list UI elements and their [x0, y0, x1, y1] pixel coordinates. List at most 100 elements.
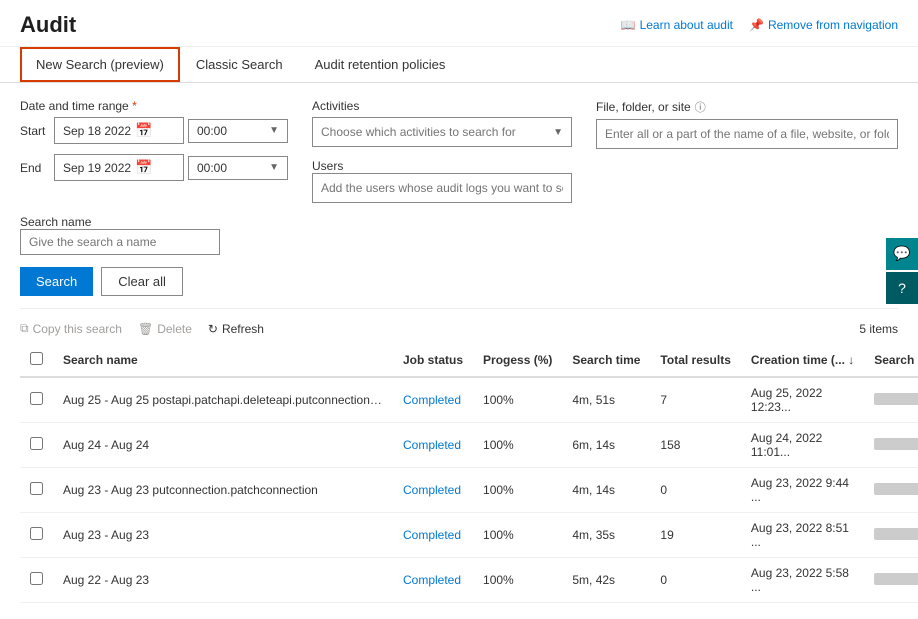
- activities-placeholder: Choose which activities to search for: [321, 125, 516, 139]
- table-row[interactable]: Aug 25 - Aug 25 postapi.patchapi.deletea…: [20, 377, 918, 423]
- clear-all-button[interactable]: Clear all: [101, 267, 183, 296]
- row-checkbox[interactable]: [30, 572, 43, 585]
- table-header: Search name Job status Progess (%) Searc…: [20, 344, 918, 377]
- row-checkbox-cell[interactable]: [20, 558, 53, 603]
- row-progress: 100%: [473, 423, 562, 468]
- start-label: Start: [20, 124, 50, 138]
- book-icon: 📖: [621, 18, 636, 32]
- tabs-bar: New Search (preview) Classic Search Audi…: [0, 47, 918, 83]
- start-time-select[interactable]: 00:00 ▼: [188, 119, 288, 143]
- calendar-icon[interactable]: 📅: [135, 122, 152, 139]
- users-input[interactable]: [312, 173, 572, 203]
- end-time-select[interactable]: 00:00 ▼: [188, 156, 288, 180]
- select-all-header[interactable]: [20, 344, 53, 377]
- col-progress[interactable]: Progess (%): [473, 344, 562, 377]
- col-job-status[interactable]: Job status: [393, 344, 473, 377]
- row-status: Completed: [393, 423, 473, 468]
- end-date-row: End Sep 19 2022 📅 00:00 ▼: [20, 154, 288, 181]
- file-label: File, folder, or site ⓘ: [596, 99, 898, 115]
- col-search-name[interactable]: Search name: [53, 344, 393, 377]
- delete-action[interactable]: 🗑 Delete: [138, 322, 192, 336]
- row-search-time: 6m, 14s: [562, 423, 650, 468]
- search-name-input[interactable]: [20, 229, 220, 255]
- row-creation-time: Aug 23, 2022 8:51 ...: [741, 513, 864, 558]
- table-row[interactable]: Aug 24 - Aug 24 Completed 100% 6m, 14s 1…: [20, 423, 918, 468]
- table-body: Aug 25 - Aug 25 postapi.patchapi.deletea…: [20, 377, 918, 603]
- action-buttons: Search Clear all: [20, 267, 898, 296]
- remove-from-navigation-link[interactable]: 📌 Remove from navigation: [749, 18, 898, 32]
- row-total-results: 0: [650, 558, 740, 603]
- info-icon: ⓘ: [695, 99, 706, 115]
- copy-icon: ⧉: [20, 321, 29, 336]
- results-toolbar: ⧉ Copy this search 🗑 Delete ↻ Refresh 5 …: [20, 321, 898, 336]
- learn-about-audit-link[interactable]: 📖 Learn about audit: [621, 18, 733, 32]
- row-checkbox[interactable]: [30, 482, 43, 495]
- col-performed-by[interactable]: Search performed by: [864, 344, 918, 377]
- search-button[interactable]: Search: [20, 267, 93, 296]
- end-date-input[interactable]: Sep 19 2022 📅: [54, 154, 184, 181]
- row-checkbox-cell[interactable]: [20, 423, 53, 468]
- users-group: Users: [312, 159, 572, 203]
- row-status: Completed: [393, 513, 473, 558]
- chevron-down-icon: ▼: [269, 125, 279, 136]
- table-row[interactable]: Aug 23 - Aug 23 putconnection.patchconne…: [20, 468, 918, 513]
- results-table: Search name Job status Progess (%) Searc…: [20, 344, 918, 603]
- row-status: Completed: [393, 468, 473, 513]
- tab-classic-search[interactable]: Classic Search: [180, 47, 299, 82]
- start-date-input[interactable]: Sep 18 2022 📅: [54, 117, 184, 144]
- col-creation-time[interactable]: Creation time (... ↓: [741, 344, 864, 377]
- chat-button[interactable]: 💬: [886, 238, 918, 270]
- calendar-icon-end[interactable]: 📅: [135, 159, 152, 176]
- main-content: Date and time range Start Sep 18 2022 📅 …: [0, 83, 918, 619]
- row-checkbox[interactable]: [30, 392, 43, 405]
- row-creation-time: Aug 23, 2022 9:44 ...: [741, 468, 864, 513]
- top-actions: 📖 Learn about audit 📌 Remove from naviga…: [621, 18, 898, 32]
- row-status: Completed: [393, 377, 473, 423]
- row-total-results: 158: [650, 423, 740, 468]
- row-checkbox[interactable]: [30, 437, 43, 450]
- row-creation-time: Aug 25, 2022 12:23...: [741, 377, 864, 423]
- users-label: Users: [312, 159, 572, 173]
- page-title: Audit: [20, 12, 76, 38]
- start-time-value: 00:00: [197, 124, 227, 138]
- side-panel: 💬 ?: [886, 238, 918, 304]
- row-name: Aug 23 - Aug 23: [53, 513, 393, 558]
- activities-label: Activities: [312, 99, 572, 113]
- row-name: Aug 25 - Aug 25 postapi.patchapi.deletea…: [53, 377, 393, 423]
- tab-retention-policies[interactable]: Audit retention policies: [299, 47, 462, 82]
- items-count: 5 items: [859, 322, 898, 336]
- file-group: File, folder, or site ⓘ: [596, 99, 898, 203]
- table-row[interactable]: Aug 23 - Aug 23 Completed 100% 4m, 35s 1…: [20, 513, 918, 558]
- row-name: Aug 22 - Aug 23: [53, 558, 393, 603]
- tab-new-search[interactable]: New Search (preview): [20, 47, 180, 82]
- row-name: Aug 23 - Aug 23 putconnection.patchconne…: [53, 468, 393, 513]
- activities-select[interactable]: Choose which activities to search for ▼: [312, 117, 572, 147]
- copy-search-action[interactable]: ⧉ Copy this search: [20, 321, 122, 336]
- row-checkbox-cell[interactable]: [20, 468, 53, 513]
- row-progress: 100%: [473, 377, 562, 423]
- delete-icon: 🗑: [138, 322, 153, 336]
- row-performed-by: [864, 468, 918, 513]
- file-input[interactable]: [596, 119, 898, 149]
- table-row[interactable]: Aug 22 - Aug 23 Completed 100% 5m, 42s 0…: [20, 558, 918, 603]
- col-search-time[interactable]: Search time: [562, 344, 650, 377]
- row-performed-by: [864, 513, 918, 558]
- row-status: Completed: [393, 558, 473, 603]
- row-progress: 100%: [473, 468, 562, 513]
- col-total-results[interactable]: Total results: [650, 344, 740, 377]
- pin-icon: 📌: [749, 18, 764, 32]
- row-total-results: 7: [650, 377, 740, 423]
- start-date-value: Sep 18 2022: [63, 124, 131, 138]
- date-time-group: Date and time range Start Sep 18 2022 📅 …: [20, 99, 288, 203]
- row-total-results: 0: [650, 468, 740, 513]
- row-performed-by: [864, 558, 918, 603]
- select-all-checkbox[interactable]: [30, 352, 43, 365]
- refresh-action[interactable]: ↻ Refresh: [208, 322, 264, 336]
- help-button[interactable]: ?: [886, 272, 918, 304]
- row-checkbox-cell[interactable]: [20, 377, 53, 423]
- row-performed-by: [864, 377, 918, 423]
- row-creation-time: Aug 23, 2022 5:58 ...: [741, 558, 864, 603]
- row-checkbox-cell[interactable]: [20, 513, 53, 558]
- row-performed-by: [864, 423, 918, 468]
- row-checkbox[interactable]: [30, 527, 43, 540]
